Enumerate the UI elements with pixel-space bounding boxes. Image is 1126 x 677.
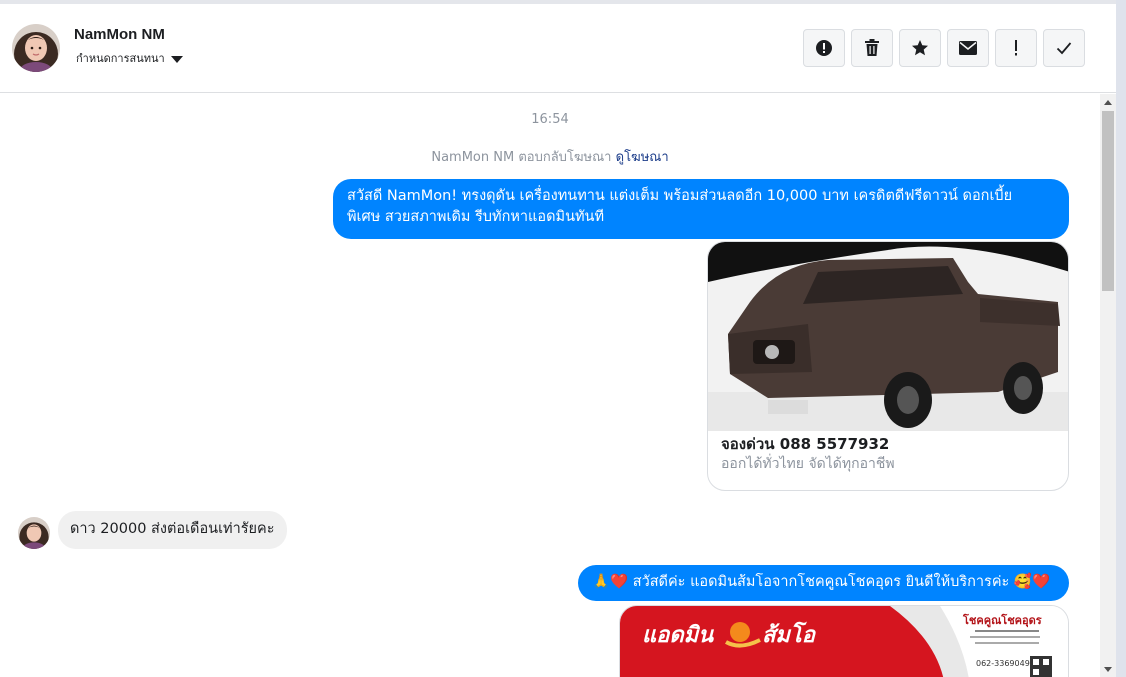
scroll-up-arrow-icon[interactable] [1100,94,1116,110]
delete-button[interactable] [851,29,893,67]
caret-down-icon [170,55,183,63]
ad-card[interactable]: จองด่วน 088 5577932 ออกได้ทั่วไทย จัดได้… [707,241,1069,491]
message-text-line: พิเศษ สวยสภาพเดิม รีบทักหาแอดมินทันที [347,209,605,225]
trash-icon [865,39,879,56]
ad-reply-text: NamMon NM ตอบกลับโฆษณา [431,150,612,165]
exclamation-icon [1015,40,1017,56]
window-edge [1116,0,1126,677]
conversation-actions [803,29,1085,67]
customer-avatar[interactable] [18,517,50,549]
banner-brand-text: โชคคูณโชคอุดร [962,613,1042,628]
mark-unread-button[interactable] [947,29,989,67]
banner-admin-text: แอดมิน [642,623,714,648]
pickup-truck-image [708,242,1068,431]
report-button[interactable] [803,29,845,67]
important-button[interactable] [995,29,1037,67]
assign-conversation-label: กำหนดการสนทนา [76,52,165,65]
banner-phone-text: 062-3369049 [976,659,1030,668]
star-icon [912,40,928,56]
messenger-inbox-window: NamMon NM กำหนดการสนทนา 16:54 NamMon NM … [0,0,1126,677]
view-ad-link[interactable]: ดูโฆษณา [616,150,669,165]
banner-name-text: ส้มโอ [762,621,817,648]
ad-card-subtitle: ออกได้ทั่วไทย จัดได้ทุกอาชีพ [721,456,895,472]
scrollbar-thumb[interactable] [1102,111,1114,291]
envelope-icon [959,41,977,55]
scroll-down-arrow-icon[interactable] [1100,661,1116,677]
message-timestamp: 16:54 [531,112,569,127]
incoming-message-bubble[interactable]: ดาว 20000 ส่งต่อเดือนเท่ารัยคะ [58,511,287,549]
message-thread: 16:54 NamMon NM ตอบกลับโฆษณา ดูโฆษณา สวั… [0,94,1100,677]
contact-name: NamMon NM [74,26,165,43]
contact-avatar[interactable] [12,24,60,72]
checkmark-icon [1056,42,1072,55]
ad-reply-notice: NamMon NM ตอบกลับโฆษณา ดูโฆษณา [0,146,1100,167]
done-button[interactable] [1043,29,1085,67]
message-text-line: สวัสดี NamMon! ทรงดุดัน เครื่องทนทาน แต่… [347,188,1013,204]
admin-banner-image[interactable]: แอดมิน ส้มโอ โชคคูณโชคอุดร 062-3369049 [619,605,1069,677]
outgoing-message-bubble[interactable]: สวัสดี NamMon! ทรงดุดัน เครื่องทนทาน แต่… [333,179,1069,239]
star-button[interactable] [899,29,941,67]
admin-banner-graphic: แอดมิน ส้มโอ โชคคูณโชคอุดร 062-3369049 [620,606,1068,677]
assign-conversation-dropdown[interactable]: กำหนดการสนทนา [76,49,183,67]
outgoing-greeting-bubble[interactable]: 🙏❤️ สวัสดีค่ะ แอดมินส้มโอจากโชคคูณโชคอุด… [578,565,1069,601]
conversation-header: NamMon NM กำหนดการสนทนา [0,4,1116,93]
thread-scrollbar[interactable] [1100,94,1116,677]
alert-circle-icon [816,40,832,56]
